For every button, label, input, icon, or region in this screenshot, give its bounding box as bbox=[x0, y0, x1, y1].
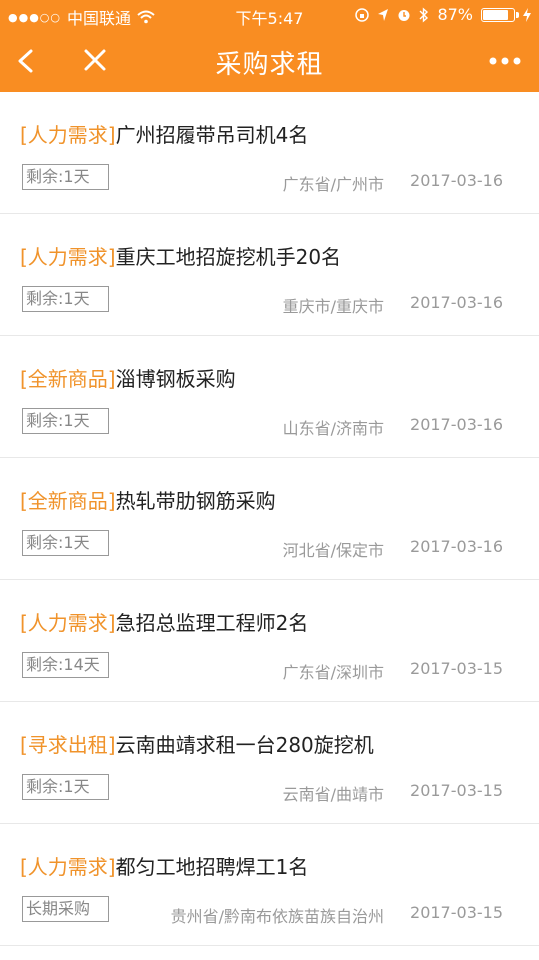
item-title-line: [人力需求]都匀工地招聘焊工1名 bbox=[20, 851, 308, 880]
item-title-line: [寻求出租]云南曲靖求租一台280旋挖机 bbox=[20, 729, 374, 758]
list-item[interactable]: [人力需求]重庆工地招旋挖机手20名 剩余:1天 重庆市/重庆市 2017-03-16 bbox=[0, 214, 539, 336]
status-right: 87% bbox=[355, 5, 531, 24]
list-item[interactable]: [全新商品]淄博钢板采购 剩余:1天 山东省/济南市 2017-03-16 bbox=[0, 336, 539, 458]
remaining-badge: 剩余:1天 bbox=[22, 286, 109, 312]
battery-percent: 87% bbox=[437, 5, 473, 24]
rotation-lock-icon bbox=[355, 7, 370, 22]
more-button[interactable] bbox=[485, 43, 525, 79]
list-item[interactable]: [人力需求]广州招履带吊司机4名 剩余:1天 广东省/广州市 2017-03-16 bbox=[0, 92, 539, 214]
item-date: 2017-03-16 bbox=[410, 293, 503, 312]
bluetooth-icon bbox=[419, 6, 429, 23]
item-date: 2017-03-16 bbox=[410, 537, 503, 556]
item-location: 山东省/济南市 bbox=[282, 419, 384, 438]
item-title: 重庆工地招旋挖机手20名 bbox=[115, 245, 342, 269]
more-dots-icon bbox=[489, 57, 521, 65]
item-category: [全新商品] bbox=[20, 367, 116, 391]
battery-icon bbox=[481, 7, 519, 22]
item-title-line: [全新商品]热轧带肋钢筋采购 bbox=[20, 485, 276, 514]
item-title: 广州招履带吊司机4名 bbox=[115, 123, 309, 147]
item-title-line: [人力需求]重庆工地招旋挖机手20名 bbox=[20, 241, 341, 270]
item-category: [人力需求] bbox=[20, 245, 116, 269]
item-location: 贵州省/黔南布依族苗族自治州 bbox=[170, 907, 384, 926]
listing-list: [人力需求]广州招履带吊司机4名 剩余:1天 广东省/广州市 2017-03-16 [人… bbox=[0, 92, 539, 946]
remaining-badge: 剩余:1天 bbox=[22, 164, 109, 190]
item-title: 急招总监理工程师2名 bbox=[115, 611, 309, 635]
charging-icon bbox=[523, 7, 531, 22]
item-title: 云南曲靖求租一台280旋挖机 bbox=[115, 733, 374, 757]
remaining-badge: 剩余:1天 bbox=[22, 774, 109, 800]
item-title: 热轧带肋钢筋采购 bbox=[115, 489, 276, 513]
remaining-badge: 长期采购 bbox=[22, 896, 109, 922]
list-item[interactable]: [全新商品]热轧带肋钢筋采购 剩余:1天 河北省/保定市 2017-03-16 bbox=[0, 458, 539, 580]
item-category: [人力需求] bbox=[20, 123, 116, 147]
item-date: 2017-03-16 bbox=[410, 171, 503, 190]
nav-bar: 采购求租 bbox=[0, 30, 539, 92]
item-location: 云南省/曲靖市 bbox=[282, 785, 384, 804]
item-title-line: [人力需求]急招总监理工程师2名 bbox=[20, 607, 308, 636]
list-item[interactable]: [寻求出租]云南曲靖求租一台280旋挖机 剩余:1天 云南省/曲靖市 2017-03-… bbox=[0, 702, 539, 824]
item-category: [寻求出租] bbox=[20, 733, 116, 757]
item-location: 河北省/保定市 bbox=[282, 541, 384, 560]
remaining-badge: 剩余:1天 bbox=[22, 408, 109, 434]
item-category: [人力需求] bbox=[20, 855, 116, 879]
list-item[interactable]: [人力需求]急招总监理工程师2名 剩余:14天 广东省/深圳市 2017-03-15 bbox=[0, 580, 539, 702]
battery-fill bbox=[483, 9, 509, 20]
status-bar: ●●●○○ 中国联通 下午5:47 87% bbox=[0, 0, 539, 30]
item-category: [全新商品] bbox=[20, 489, 116, 513]
item-date: 2017-03-15 bbox=[410, 659, 503, 678]
alarm-icon bbox=[398, 9, 410, 21]
item-date: 2017-03-15 bbox=[410, 903, 503, 922]
item-date: 2017-03-16 bbox=[410, 415, 503, 434]
page-title: 采购求租 bbox=[215, 50, 324, 80]
item-date: 2017-03-15 bbox=[410, 781, 503, 800]
list-item[interactable]: [人力需求]都匀工地招聘焊工1名 长期采购 贵州省/黔南布依族苗族自治州 2017-0… bbox=[0, 824, 539, 946]
remaining-badge: 剩余:1天 bbox=[22, 530, 109, 556]
remaining-badge: 剩余:14天 bbox=[22, 652, 109, 678]
item-category: [人力需求] bbox=[20, 611, 116, 635]
item-location: 广东省/广州市 bbox=[282, 175, 384, 194]
item-title-line: [人力需求]广州招履带吊司机4名 bbox=[20, 119, 308, 148]
item-title-line: [全新商品]淄博钢板采购 bbox=[20, 363, 236, 392]
item-title: 淄博钢板采购 bbox=[115, 367, 236, 391]
item-title: 都匀工地招聘焊工1名 bbox=[115, 855, 309, 879]
item-location: 广东省/深圳市 bbox=[282, 663, 384, 682]
location-icon bbox=[378, 8, 389, 21]
item-location: 重庆市/重庆市 bbox=[282, 297, 384, 316]
